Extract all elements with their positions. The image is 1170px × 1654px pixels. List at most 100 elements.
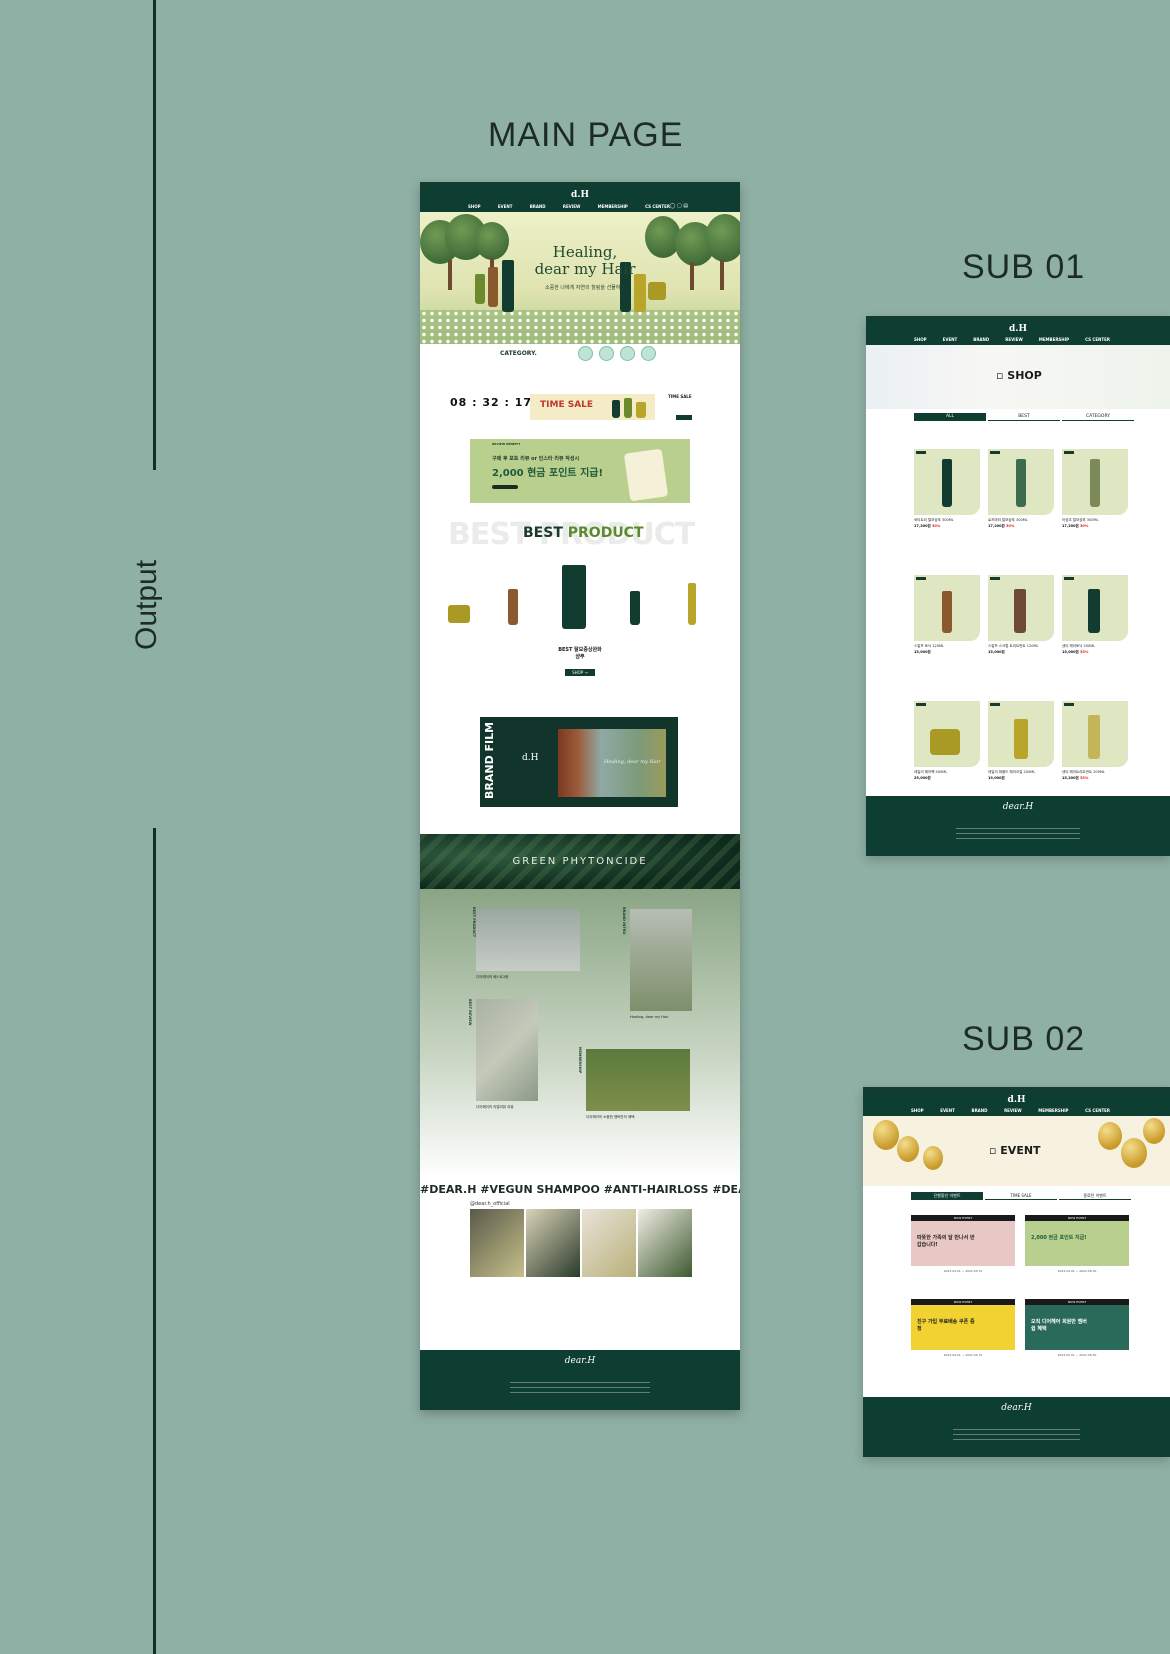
insta-photo-2[interactable] — [526, 1209, 580, 1277]
nav-cs-center[interactable]: CS CENTER — [645, 204, 670, 209]
sub02-footer: dear.H — [863, 1397, 1170, 1457]
green-phytoncide-banner: GREEN PHYTONCIDE — [420, 834, 740, 889]
shop-tabs: ALL BEST CATEGORY — [866, 409, 1170, 423]
main-page-mockup: d.H SHOP EVENT BRAND REVIEW MEMBERSHIP C… — [420, 182, 740, 1410]
category-shampoo-icon[interactable] — [578, 346, 593, 361]
instagram-handle[interactable]: @dear.h_official — [470, 1201, 510, 1207]
sub02-nav-cs[interactable]: CS CENTER — [1085, 1108, 1110, 1113]
product-hairpack[interactable] — [448, 605, 470, 623]
review-more-button[interactable] — [492, 485, 518, 489]
timesale-banner[interactable]: TIME SALE — [530, 394, 655, 420]
sub02-nav-review[interactable]: REVIEW — [1004, 1108, 1022, 1113]
product-card[interactable]: 스칼프 스크럽 트리트먼트 120ML 15,000원 — [988, 575, 1054, 655]
review-section: REVIEW BENEFIT 구매 후 포토 리뷰 or 인스타 리뷰 작성시 … — [420, 429, 740, 509]
product-card[interactable]: 어성초 탈모샴푸 300ML 17,200원 30% — [1062, 449, 1128, 529]
main-page-title: MAIN PAGE — [488, 116, 684, 154]
review-banner[interactable]: REVIEW BENEFIT 구매 후 포토 리뷰 or 인스타 리뷰 작성시 … — [470, 439, 690, 503]
hero-title: Healing, dear my Hair — [534, 243, 636, 278]
main-nav: d.H SHOP EVENT BRAND REVIEW MEMBERSHIP C… — [420, 187, 740, 212]
event-card[interactable]: NOW EVENT 따뜻한 가족의 달 만나서 반갑습니다! 2022.04.0… — [911, 1215, 1015, 1273]
product-card[interactable]: 쑥티트리 탈모샴푸 300ML 17,200원 30% — [914, 449, 980, 529]
insta-photo-3[interactable] — [582, 1209, 636, 1277]
brand-film-label: BRAND FILM — [483, 721, 496, 799]
footer-logo: dear.H — [564, 1356, 596, 1366]
hero-banner: Healing, dear my Hair 소중한 나에게 자연의 힐링을 선물… — [420, 212, 740, 344]
phone-illustration — [623, 448, 669, 502]
sub02-nav-brand[interactable]: BRAND — [972, 1108, 988, 1113]
product-card[interactable]: 데일리 퍼퓸드 헤어오일 200ML 19,000원 — [988, 701, 1054, 781]
category-tonic-icon[interactable] — [599, 346, 614, 361]
sub02-nav: d.H SHOP EVENT BRAND REVIEW MEMBERSHIP C… — [863, 1092, 1170, 1116]
timeline-rail-top — [153, 0, 156, 470]
best-product-name: BEST 탈모증상완화 샴푸 — [558, 647, 602, 660]
product-card[interactable]: 스칼프 토닉 120ML 15,000원 — [914, 575, 980, 655]
brand-film-box[interactable]: BRAND FILM d.H Healing, dear my Hair — [480, 717, 678, 807]
product-oil[interactable] — [688, 583, 696, 625]
tab-category[interactable]: CATEGORY — [1062, 413, 1134, 421]
sub01-nav-brand[interactable]: BRAND — [973, 337, 989, 342]
category-title: CATEGORY. — [500, 350, 537, 357]
sub02-nav-membership[interactable]: MEMBERSHIP — [1038, 1108, 1068, 1113]
event-card[interactable]: NOW EVENT 친구 가입 무료배송 쿠폰 증정 2022.04.01 ~ … — [911, 1299, 1015, 1357]
nav-review[interactable]: REVIEW — [563, 204, 581, 209]
shop-hero: ▫ SHOP — [866, 345, 1170, 409]
nav-event[interactable]: EVENT — [498, 204, 513, 209]
insta-photo-1[interactable] — [470, 1209, 524, 1277]
tab-best[interactable]: BEST — [988, 413, 1060, 421]
brand-logo[interactable]: d.H — [571, 190, 589, 200]
collage-brand-intro-img[interactable] — [630, 909, 692, 1011]
tab-ended[interactable]: 종료된 이벤트 — [1059, 1192, 1131, 1200]
sub01-nav-membership[interactable]: MEMBERSHIP — [1039, 337, 1069, 342]
film-video-thumb[interactable]: Healing, dear my Hair — [558, 729, 666, 797]
timeline-rail-bottom — [153, 828, 156, 1654]
tab-timesale[interactable]: TIME SALE — [985, 1192, 1057, 1200]
event-card[interactable]: NOW EVENT 2,000 현금 포인트 지급! 2022.04.01 ~ … — [1025, 1215, 1129, 1273]
product-treatment[interactable] — [630, 591, 640, 625]
product-shampoo[interactable] — [562, 565, 586, 629]
sub02-nav-shop[interactable]: SHOP — [911, 1108, 924, 1113]
sub01-shop-mockup: d.H SHOP EVENT BRAND REVIEW MEMBERSHIP C… — [866, 316, 1170, 856]
collage-membership-img[interactable] — [586, 1049, 690, 1111]
product-card[interactable]: 센티 헤어트리트먼트 200ML 15,200원 35% — [1062, 701, 1128, 781]
timesale-shop-button[interactable] — [676, 415, 692, 420]
hashtag-marquee: #DEAR.H #VEGUN SHAMPOO #ANTI-HAIRLOSS #D… — [420, 1183, 740, 1196]
hero-subtitle: 소중한 나에게 자연의 힐링을 선물하다 — [545, 285, 625, 291]
sub01-footer: dear.H — [866, 796, 1170, 856]
sub01-nav: d.H SHOP EVENT BRAND REVIEW MEMBERSHIP C… — [866, 321, 1170, 345]
collage-best-product-img[interactable] — [476, 909, 580, 971]
product-card[interactable]: 로즈마리 탈모샴푸 300ML 17,200원 30% — [988, 449, 1054, 529]
sub02-event-mockup: d.H SHOP EVENT BRAND REVIEW MEMBERSHIP C… — [863, 1087, 1170, 1457]
tab-ongoing[interactable]: 진행중인 이벤트 — [911, 1192, 983, 1200]
sub02-nav-event[interactable]: EVENT — [940, 1108, 955, 1113]
event-card[interactable]: NOW EVENT 오직 디어헤어 회원만 멤버쉽 혜택 2022.05.01 … — [1025, 1299, 1129, 1357]
product-tonic[interactable] — [508, 589, 518, 625]
tab-all[interactable]: ALL — [914, 413, 986, 421]
user-cart-icons[interactable]: ◯ ▢ ▤ — [670, 203, 688, 209]
sub01-nav-review[interactable]: REVIEW — [1005, 337, 1023, 342]
collage-best-review-img[interactable] — [476, 999, 538, 1101]
insta-photo-4[interactable] — [638, 1209, 692, 1277]
sub01-logo[interactable]: d.H — [1009, 324, 1027, 334]
best-title: BEST PRODUCT — [523, 525, 644, 541]
sub02-logo[interactable]: d.H — [1008, 1095, 1026, 1105]
sub02-title: SUB 02 — [962, 1020, 1086, 1058]
sub01-nav-cs[interactable]: CS CENTER — [1085, 337, 1110, 342]
instagram-section: @dear.h_official — [420, 1201, 740, 1321]
sub01-nav-event[interactable]: EVENT — [943, 337, 958, 342]
product-card[interactable]: 데일리 헤어팩 500ML 25,000원 — [914, 701, 980, 781]
nav-brand[interactable]: BRAND — [530, 204, 546, 209]
best-product-section: BEST PRODUCT BEST PRODUCT BEST 탈모증상완화 샴푸… — [420, 509, 740, 709]
category-treatment-icon[interactable] — [620, 346, 635, 361]
category-pack-icon[interactable] — [641, 346, 656, 361]
event-tabs: 진행중인 이벤트 TIME SALE 종료된 이벤트 — [863, 1186, 1170, 1202]
countdown-clock: 08 : 32 : 17 — [450, 396, 533, 409]
output-label: Output — [130, 559, 163, 650]
brand-film-section: BRAND FILM d.H Healing, dear my Hair — [420, 709, 740, 834]
nav-shop[interactable]: SHOP — [468, 204, 481, 209]
sub01-nav-shop[interactable]: SHOP — [914, 337, 927, 342]
event-title: ▫ EVENT — [989, 1144, 1041, 1157]
product-card[interactable]: 센티 헤어토닉 200ML 15,000원 35% — [1062, 575, 1128, 655]
best-shop-button[interactable]: SHOP → — [565, 669, 595, 676]
nav-membership[interactable]: MEMBERSHIP — [598, 204, 628, 209]
shop-title: ▫ SHOP — [996, 369, 1042, 382]
